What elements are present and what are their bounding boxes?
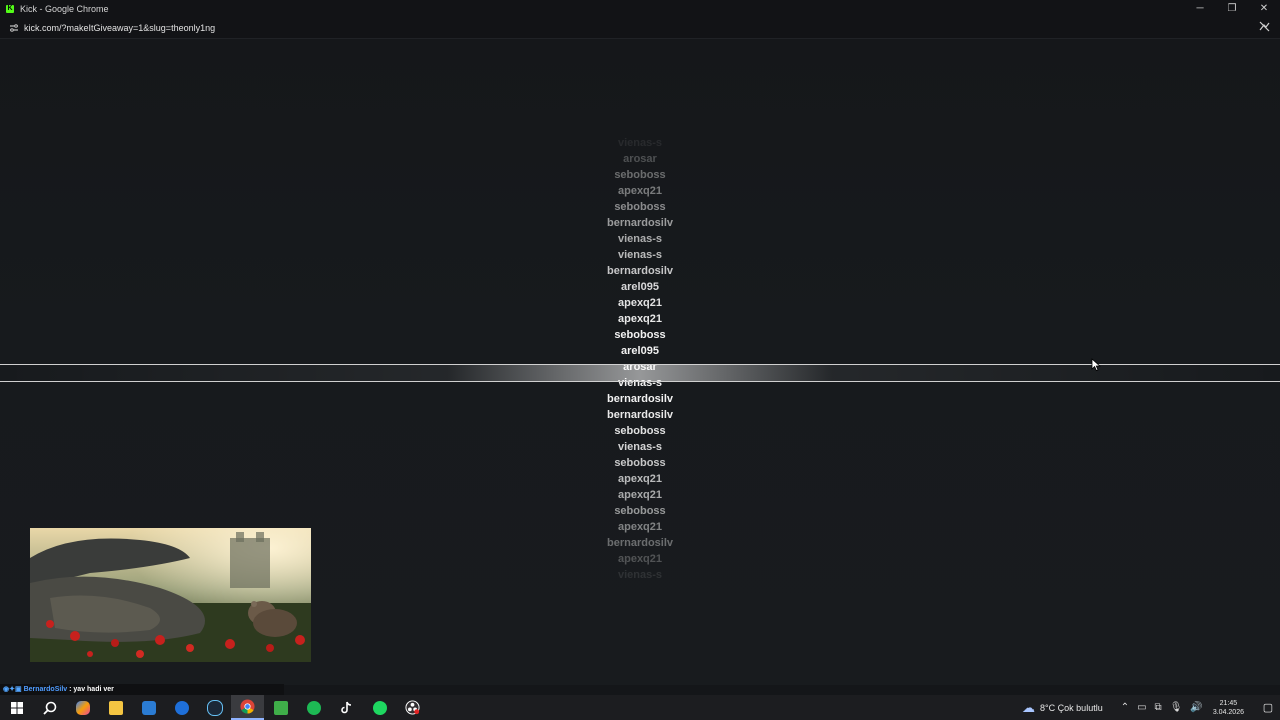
participant-name: vienas-s <box>617 233 663 245</box>
network-icon[interactable]: ▭ <box>1137 702 1146 713</box>
participant-name: vienas-s <box>617 441 663 453</box>
participant-name: vienas-s <box>617 249 663 261</box>
participant-name: bernardosilv <box>606 537 674 549</box>
giveaway-roulette: vienas-s arosar seboboss apexq21 seboboss ber… <box>440 135 840 583</box>
participant-name: apexq21 <box>617 297 663 309</box>
stream-thumbnail[interactable] <box>30 528 311 662</box>
roulette-names-below: vienas-s bernardosilv bernardosilv seboboss… <box>440 375 840 583</box>
participant-name: vienas-s <box>617 137 663 149</box>
participant-name: vienas-s <box>617 377 663 389</box>
close-button[interactable]: ✕ <box>1248 0 1280 17</box>
participant-name: apexq21 <box>617 313 663 325</box>
device-icon[interactable]: ⧉ <box>1155 702 1162 713</box>
notification-icon[interactable]: ▢ <box>1256 701 1280 714</box>
weather-widget[interactable]: ☁ 8°C Çok bulutlu <box>1022 700 1103 716</box>
participant-name: arosar <box>623 153 657 165</box>
participant-name: bernardosilv <box>606 393 674 405</box>
spotify-icon[interactable] <box>297 695 330 720</box>
weather-temperature: 8°C <box>1040 702 1056 713</box>
participant-name: vienas-s <box>617 569 663 581</box>
taskbar: ☁ 8°C Çok bulutlu ⌃ ▭ ⧉ 🎙 🔊 21:45 3.04.2… <box>0 695 1280 720</box>
participant-name: apexq21 <box>617 521 663 533</box>
roulette-names-above: vienas-s arosar seboboss apexq21 seboboss ber… <box>440 135 840 359</box>
participant-name: seboboss <box>614 201 666 213</box>
chat-message-overlay: ◉✦▣ BernardoSilv : yav hadi ver <box>0 684 284 695</box>
microphone-icon[interactable]: 🎙 <box>1170 702 1183 713</box>
participant-name: arel095 <box>621 345 659 357</box>
microsoft-store-icon[interactable] <box>132 695 165 720</box>
volume-icon[interactable]: 🔊 <box>1190 702 1202 713</box>
participant-name: seboboss <box>614 457 666 469</box>
system-tray: ☁ 8°C Çok bulutlu ⌃ ▭ ⧉ 🎙 🔊 21:45 3.04.2… <box>1022 695 1280 720</box>
clock-time: 21:45 <box>1219 699 1238 707</box>
weather-condition: Çok bulutlu <box>1057 702 1103 713</box>
participant-name: apexq21 <box>617 185 663 197</box>
participant-name: seboboss <box>614 505 666 517</box>
participant-name: bernardosilv <box>606 409 674 421</box>
window-title: Kick - Google Chrome <box>20 3 109 14</box>
participant-name: seboboss <box>614 425 666 437</box>
participant-name: bernardosilv <box>606 265 674 277</box>
participant-name: apexq21 <box>617 489 663 501</box>
obs-icon[interactable] <box>396 695 429 720</box>
window-titlebar: K Kick - Google Chrome ─ ❐ ✕ <box>0 0 1280 17</box>
participant-name: apexq21 <box>617 553 663 565</box>
mail-icon[interactable] <box>165 695 198 720</box>
participant-name: bernardosilv <box>606 217 674 229</box>
participant-name: arel095 <box>621 281 659 293</box>
participant-name: seboboss <box>614 169 666 181</box>
clock[interactable]: 21:45 3.04.2026 <box>1213 699 1244 717</box>
selected-participant: arosar <box>623 361 657 373</box>
participant-name: apexq21 <box>617 473 663 485</box>
restore-button[interactable]: ❐ <box>1216 0 1248 17</box>
chevron-up-icon[interactable]: ⌃ <box>1121 702 1129 713</box>
windows-start-icon[interactable] <box>0 695 33 720</box>
chrome-icon[interactable] <box>231 695 264 720</box>
tiktok-icon[interactable] <box>330 695 363 720</box>
mouse-cursor-icon <box>1091 358 1101 372</box>
chat-message-text: yav hadi ver <box>73 686 114 693</box>
file-explorer-icon[interactable] <box>99 695 132 720</box>
steam-icon[interactable] <box>198 695 231 720</box>
clock-date: 3.04.2026 <box>1212 708 1244 716</box>
participant-name: seboboss <box>614 329 666 341</box>
site-info-icon[interactable] <box>8 22 20 34</box>
chat-badges-icon: ◉✦▣ <box>3 686 22 693</box>
copilot-icon[interactable] <box>66 695 99 720</box>
url-text[interactable]: kick.com/?makeItGiveaway=1&slug=theonly1… <box>24 23 215 33</box>
notepad-icon[interactable] <box>264 695 297 720</box>
chat-username: BernardoSilv <box>23 686 68 693</box>
search-icon[interactable] <box>33 695 66 720</box>
address-bar[interactable]: kick.com/?makeItGiveaway=1&slug=theonly1… <box>0 17 1280 39</box>
cloud-icon: ☁ <box>1022 699 1036 715</box>
kick-app-icon: K <box>6 4 14 13</box>
minimize-button[interactable]: ─ <box>1184 0 1216 17</box>
tracking-blocked-icon[interactable] <box>1259 21 1270 35</box>
window-controls: ─ ❐ ✕ <box>1184 0 1280 17</box>
spotify-icon-2[interactable] <box>363 695 396 720</box>
